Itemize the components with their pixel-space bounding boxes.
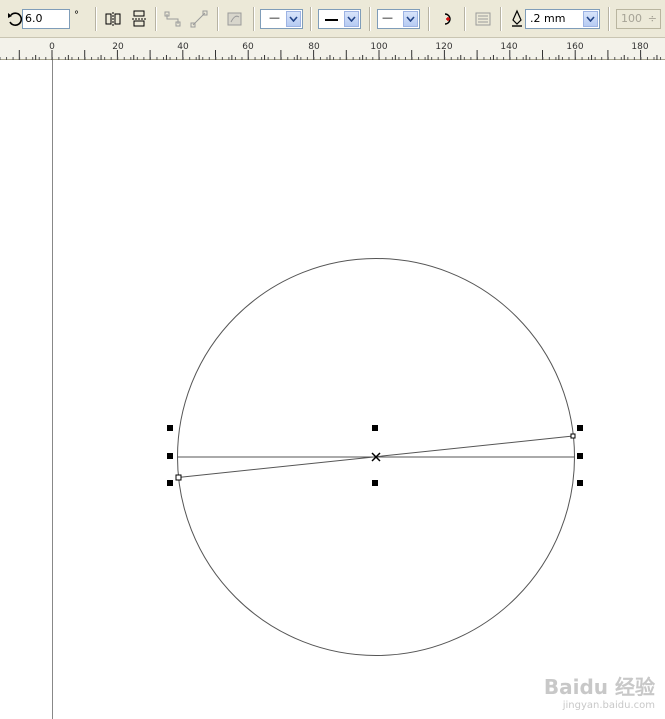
ruler-label: 40 xyxy=(177,42,189,52)
ruler-label: 60 xyxy=(242,42,254,52)
chevron-down-icon[interactable] xyxy=(403,11,418,27)
ruler-label: 120 xyxy=(435,42,453,52)
outline-width-select[interactable]: .2 mm xyxy=(525,9,600,29)
selection-handle[interactable] xyxy=(577,425,583,431)
ruler-label: 0 xyxy=(49,42,55,52)
horizontal-ruler[interactable]: 0 20 40 60 80 100 120 140 160 180 xyxy=(0,38,665,60)
watermark: Baidu 经验 jingyan.baidu.com xyxy=(544,671,655,711)
ruler-label: 20 xyxy=(112,42,124,52)
chevron-down-icon[interactable] xyxy=(583,11,598,27)
spinner-icon: ÷ xyxy=(647,12,657,25)
selection-handle[interactable] xyxy=(372,425,378,431)
selection-handle[interactable] xyxy=(577,480,583,486)
wrap-text-icon[interactable] xyxy=(472,8,494,30)
ruler-label: 160 xyxy=(566,42,584,52)
ruler-label: 80 xyxy=(308,42,320,52)
selection-handle[interactable] xyxy=(167,425,173,431)
ruler-label: 140 xyxy=(500,42,518,52)
selection-handle[interactable] xyxy=(372,480,378,486)
connector-icon[interactable] xyxy=(162,8,184,30)
convert-to-curves-icon[interactable] xyxy=(224,8,246,30)
selection-handle[interactable] xyxy=(577,453,583,459)
chevron-down-icon[interactable] xyxy=(286,11,301,27)
ruler-label: 180 xyxy=(631,42,649,52)
watermark-url: jingyan.baidu.com xyxy=(562,700,655,711)
auto-close-icon[interactable] xyxy=(437,8,459,30)
rotation-angle-input[interactable]: 6.0 xyxy=(22,9,70,29)
drawing-canvas[interactable] xyxy=(0,60,665,719)
watermark-main: Baidu 经验 xyxy=(543,675,655,699)
end-arrowhead-select[interactable]: — xyxy=(377,9,420,29)
node-handle[interactable] xyxy=(175,474,182,481)
selection-handle[interactable] xyxy=(167,453,173,459)
property-bar: 6.0 ° — — .2 mm 100 ÷ xyxy=(0,0,665,38)
ruler-label: 100 xyxy=(370,42,388,52)
start-arrowhead-select[interactable]: — xyxy=(260,9,303,29)
mirror-horizontal-icon[interactable] xyxy=(102,8,124,30)
ruler-ticks xyxy=(0,50,662,60)
chevron-down-icon[interactable] xyxy=(344,11,359,27)
straight-connector-icon[interactable] xyxy=(188,8,210,30)
degree-symbol: ° xyxy=(74,10,79,21)
scale-input: 100 ÷ xyxy=(616,9,661,29)
selection-handle[interactable] xyxy=(167,480,173,486)
line-style-select[interactable] xyxy=(318,9,361,29)
mirror-vertical-icon[interactable] xyxy=(128,8,150,30)
node-handle[interactable] xyxy=(570,433,576,439)
